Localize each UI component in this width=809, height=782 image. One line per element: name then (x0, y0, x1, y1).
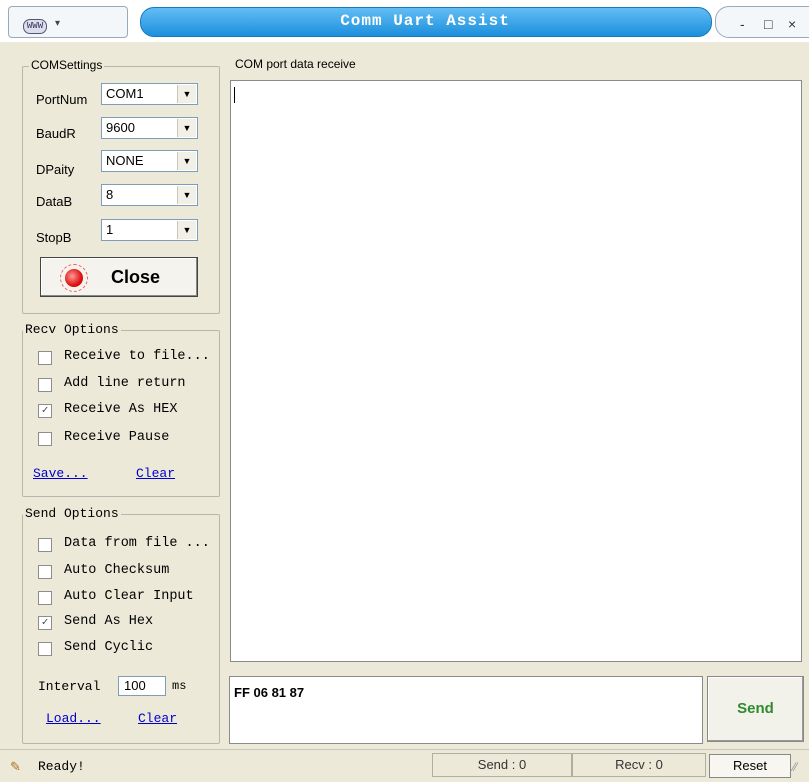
chevron-down-icon: ▾ (55, 18, 61, 29)
port-label: PortNum (36, 92, 88, 107)
reset-button[interactable]: Reset (709, 754, 791, 778)
send-input-value: FF 06 81 87 (234, 685, 305, 700)
load-link[interactable]: Load... (46, 711, 101, 726)
status-text: Ready! (38, 759, 85, 774)
send-input[interactable]: FF 06 81 87 (229, 676, 703, 744)
stop-bits-value: 1 (106, 222, 114, 237)
chevron-down-icon[interactable]: ▼ (177, 119, 196, 137)
chevron-down-icon[interactable]: ▼ (177, 152, 196, 170)
led-icon (60, 264, 88, 292)
close-icon[interactable]: × (788, 17, 796, 31)
port-select[interactable]: COM1 ▼ (101, 83, 198, 105)
com-settings-title: COMSettings (29, 58, 105, 72)
recv-options-title: Recv Options (23, 322, 121, 337)
chevron-down-icon[interactable]: ▼ (177, 186, 196, 204)
baud-value: 9600 (106, 120, 135, 135)
check-label: Add line return (64, 376, 186, 391)
send-button[interactable]: Send (707, 676, 804, 742)
minimize-icon[interactable]: - (740, 17, 745, 31)
check-label: Receive to file... (64, 349, 210, 364)
checkbox[interactable] (38, 538, 52, 552)
globe-icon: WWW (23, 19, 47, 34)
recv-count: Recv : 0 (572, 753, 706, 777)
check-label: Data from file ... (64, 536, 210, 551)
checkbox[interactable] (38, 378, 52, 392)
close-port-label: Close (111, 267, 161, 287)
parity-value: NONE (106, 153, 144, 168)
resize-grip-icon[interactable]: ⁄⁄ (793, 760, 797, 774)
save-link[interactable]: Save... (33, 466, 88, 481)
window-controls: - □ × (715, 6, 809, 38)
check-label: Auto Clear Input (64, 589, 194, 604)
send-clear-link[interactable]: Clear (138, 711, 177, 726)
baud-select[interactable]: 9600 ▼ (101, 117, 198, 139)
checkbox[interactable] (38, 591, 52, 605)
maximize-icon[interactable]: □ (764, 17, 772, 31)
checkbox[interactable] (38, 432, 52, 446)
check-label: Receive Pause (64, 430, 170, 445)
chevron-down-icon[interactable]: ▼ (177, 85, 196, 103)
checkbox[interactable] (38, 565, 52, 579)
data-bits-select[interactable]: 8 ▼ (101, 184, 198, 206)
checkbox-checked[interactable]: ✓ (38, 616, 52, 630)
check-label: Send Cyclic (64, 640, 154, 655)
check-label: Auto Checksum (64, 563, 170, 578)
system-menu-button[interactable]: WWW ▾ (8, 6, 128, 38)
status-icon: ✎ (10, 759, 21, 774)
receive-textarea[interactable] (230, 80, 802, 662)
check-label: Send As Hex (64, 614, 154, 629)
checkbox-checked[interactable]: ✓ (38, 404, 52, 418)
close-port-button[interactable]: Close (40, 257, 198, 297)
send-count: Send : 0 (432, 753, 572, 777)
parity-label: DPaity (36, 162, 75, 177)
checkbox[interactable] (38, 351, 52, 365)
stop-bits-select[interactable]: 1 ▼ (101, 219, 198, 241)
send-options-title: Send Options (23, 506, 121, 521)
check-label: Receive As HEX (64, 402, 178, 417)
baud-label: BaudR (36, 126, 76, 141)
text-caret (234, 87, 235, 103)
window-title: Comm Uart Assist (340, 12, 510, 30)
chevron-down-icon[interactable]: ▼ (177, 221, 196, 239)
recv-clear-link[interactable]: Clear (136, 466, 175, 481)
interval-unit: ms (172, 679, 187, 693)
parity-select[interactable]: NONE ▼ (101, 150, 198, 172)
port-value: COM1 (106, 86, 144, 101)
receive-title: COM port data receive (233, 57, 358, 71)
interval-input[interactable]: 100 (118, 676, 166, 696)
stop-bits-label: StopB (36, 230, 72, 245)
interval-label: Interval (38, 679, 101, 694)
status-bar: ✎ Ready! Send : 0 Recv : 0 Reset ⁄⁄ (0, 749, 809, 782)
checkbox[interactable] (38, 642, 52, 656)
title-bar[interactable]: WWW ▾ Comm Uart Assist - □ × (0, 0, 809, 42)
data-bits-label: DataB (36, 194, 73, 209)
data-bits-value: 8 (106, 187, 114, 202)
